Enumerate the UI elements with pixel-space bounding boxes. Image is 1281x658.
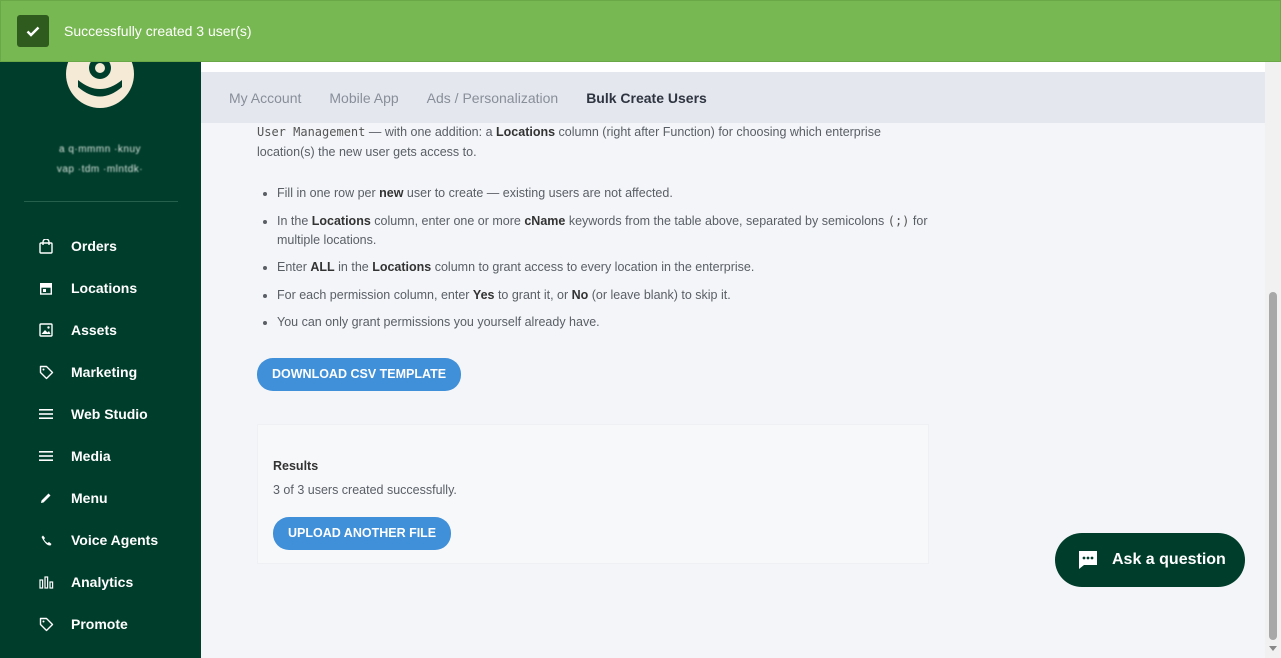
page-scrollbar[interactable] xyxy=(1265,62,1281,658)
checkmark-icon xyxy=(17,15,49,47)
sidebar-nav: Orders Locations Assets Marketing Web St… xyxy=(0,225,201,645)
list-item: Fill in one row per new user to create —… xyxy=(277,184,937,203)
sidebar-item-promote[interactable]: Promote xyxy=(0,603,201,645)
scrollbar-thumb[interactable] xyxy=(1269,292,1277,640)
menu-lines-icon xyxy=(38,448,54,464)
tab-my-account[interactable]: My Account xyxy=(229,90,301,106)
shopping-bag-icon xyxy=(38,238,54,254)
sidebar: a q·mmmn ·knuy vap ·tdm ·mlntdk· Orders … xyxy=(0,0,201,658)
sidebar-item-assets[interactable]: Assets xyxy=(0,309,201,351)
header-strip xyxy=(201,62,1265,72)
sidebar-item-orders[interactable]: Orders xyxy=(0,225,201,267)
list-item: Enter ALL in the Locations column to gra… xyxy=(277,258,937,277)
chat-bubble-icon xyxy=(1079,551,1097,569)
tab-bulk-create-users[interactable]: Bulk Create Users xyxy=(586,90,707,106)
results-title: Results xyxy=(273,459,319,473)
menu-lines-icon xyxy=(38,406,54,422)
toast-message: Successfully created 3 user(s) xyxy=(64,23,252,39)
tag-icon xyxy=(38,364,54,380)
settings-tabs: My Account Mobile App Ads / Personalizat… xyxy=(201,72,1265,123)
tag-icon xyxy=(38,616,54,632)
ask-question-button[interactable]: Ask a question xyxy=(1055,533,1245,587)
list-item: In the Locations column, enter one or mo… xyxy=(277,212,937,250)
sidebar-item-locations[interactable]: Locations xyxy=(0,267,201,309)
sidebar-divider xyxy=(24,201,178,202)
list-item: You can only grant permissions you yours… xyxy=(277,313,937,332)
bulk-create-instructions: User Management — with one addition: a L… xyxy=(257,122,937,341)
tab-ads-personalization[interactable]: Ads / Personalization xyxy=(427,90,559,106)
ask-question-label: Ask a question xyxy=(1112,551,1226,568)
pencil-icon xyxy=(38,490,54,506)
tab-mobile-app[interactable]: Mobile App xyxy=(329,90,398,106)
sidebar-item-voice-agents[interactable]: Voice Agents xyxy=(0,519,201,561)
sidebar-item-menu[interactable]: Menu xyxy=(0,477,201,519)
image-icon xyxy=(38,322,54,338)
phone-icon xyxy=(38,532,54,548)
download-csv-template-button[interactable]: DOWNLOAD CSV TEMPLATE xyxy=(257,358,462,391)
scroll-down-arrow-icon[interactable] xyxy=(1269,646,1277,651)
success-toast: Successfully created 3 user(s) xyxy=(0,0,1281,62)
sidebar-item-media[interactable]: Media xyxy=(0,435,201,477)
store-icon xyxy=(38,280,54,296)
sidebar-item-analytics[interactable]: Analytics xyxy=(0,561,201,603)
organization-name: a q·mmmn ·knuy vap ·tdm ·mlntdk· xyxy=(56,144,144,175)
list-item: For each permission column, enter Yes to… xyxy=(277,286,937,305)
instructions-list: Fill in one row per new user to create —… xyxy=(257,184,937,332)
sidebar-item-marketing[interactable]: Marketing xyxy=(0,351,201,393)
results-summary: 3 of 3 users created successfully. xyxy=(273,483,457,497)
upload-another-file-button[interactable]: UPLOAD ANOTHER FILE xyxy=(273,517,452,550)
sidebar-item-web-studio[interactable]: Web Studio xyxy=(0,393,201,435)
results-panel: Results 3 of 3 users created successfull… xyxy=(257,424,929,564)
intro-paragraph: User Management — with one addition: a L… xyxy=(257,125,881,159)
bar-chart-icon xyxy=(38,574,54,590)
